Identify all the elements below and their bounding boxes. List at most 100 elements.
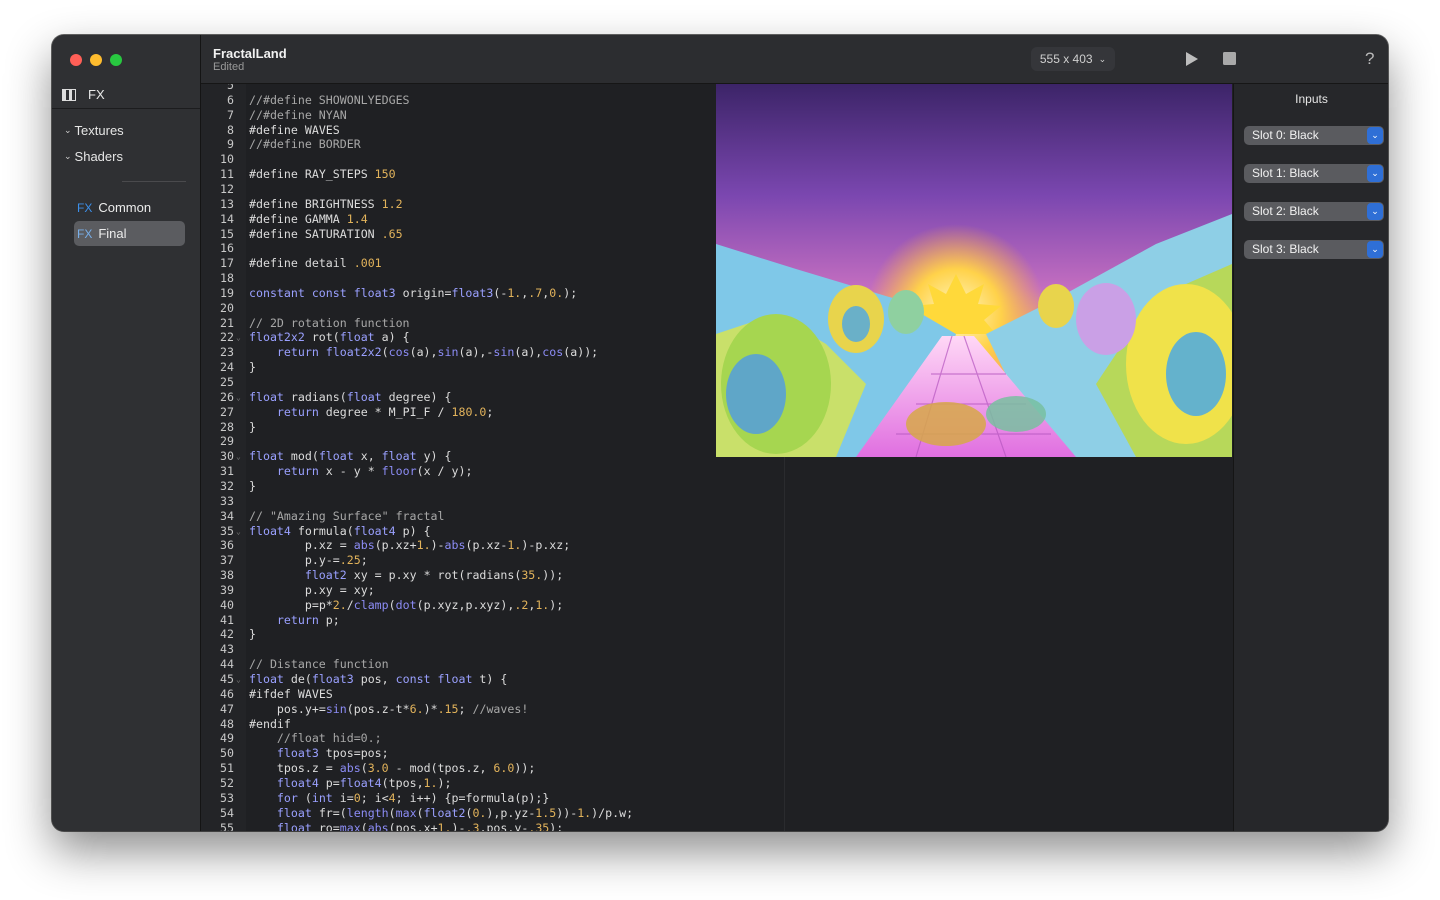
resolution-dropdown[interactable]: 555 x 403 ⌄	[1031, 47, 1115, 71]
code-line[interactable]: 7 //#define NYAN	[201, 108, 784, 123]
code-line[interactable]: 20	[201, 301, 784, 316]
code-line[interactable]: 42}	[201, 627, 784, 642]
code-line[interactable]: 26 ⌄ float radians(float degree) {	[201, 390, 784, 405]
code-line[interactable]: 9 //#define BORDER	[201, 137, 784, 152]
sidebar-item-final[interactable]: FX Final	[74, 221, 185, 246]
sidebar-item-common[interactable]: FX Common	[74, 195, 185, 220]
line-number: 52	[220, 775, 234, 790]
fold-chevron-icon[interactable]: ⌄	[236, 449, 241, 464]
line-number: 45	[220, 672, 234, 686]
code-line[interactable]: 19 constant const float3 origin=float3(-1…	[201, 286, 784, 301]
code-editor[interactable]: 5 6 //#define SHOWONLYEDGES 7 //#define NYAN…	[201, 84, 784, 831]
line-number: 37	[220, 553, 234, 568]
line-number: 19	[220, 285, 234, 300]
code-line[interactable]: 32}	[201, 479, 784, 494]
line-number: 43	[220, 642, 234, 657]
code-text: constant const float3 origin=float3(-1.,…	[249, 285, 578, 300]
sidebar-group-shaders[interactable]: ⌄ Shaders	[64, 149, 123, 164]
code-line[interactable]: 27 return degree * M_PI_F / 180.0;	[201, 405, 784, 420]
code-line[interactable]: 45 ⌄ float de(float3 pos, const float t) {	[201, 672, 784, 687]
code-line[interactable]: 8 #define WAVES	[201, 123, 784, 138]
code-line[interactable]: 30 ⌄ float mod(float x, float y) {	[201, 449, 784, 464]
render-preview[interactable]	[716, 84, 1232, 457]
code-line[interactable]: 13 #define BRIGHTNESS 1.2	[201, 197, 784, 212]
line-number: 14	[220, 211, 234, 226]
code-text: float3 tpos=pos;	[276, 746, 389, 761]
code-line[interactable]: 28}	[201, 420, 784, 435]
code-line[interactable]: 21 // 2D rotation function	[201, 316, 784, 331]
fold-chevron-icon[interactable]: ⌄	[236, 390, 241, 405]
code-line[interactable]: 49 //float hid=0.;	[201, 731, 784, 746]
code-line[interactable]: 34 // "Amazing Surface" fractal	[201, 509, 784, 524]
code-line[interactable]: 41 return p;	[201, 613, 784, 628]
play-icon[interactable]	[1185, 51, 1199, 72]
line-number: 38	[220, 568, 234, 583]
code-line[interactable]: 40 p=p*2./clamp(dot(p.xyz,p.xyz),.2,1.);	[201, 598, 784, 613]
line-number: 18	[220, 271, 234, 286]
code-line[interactable]: 37 p.y-=.25;	[201, 553, 784, 568]
code-line[interactable]: 11 #define RAY_STEPS 150	[201, 167, 784, 182]
slot-2-select[interactable]: Slot 2: Black ⌄	[1244, 202, 1384, 221]
code-line[interactable]: 44 // Distance function	[201, 657, 784, 672]
code-line[interactable]: 38 float2 xy = p.xy * rot(radians(35.));	[201, 568, 784, 583]
code-line[interactable]: 52 float4 p=float4(tpos,1.);	[201, 776, 784, 791]
code-line[interactable]: 10	[201, 152, 784, 167]
line-number: 33	[220, 493, 234, 508]
fold-chevron-icon[interactable]: ⌄	[236, 672, 241, 687]
sidebar: FX ⌄ Textures ⌄ Shaders FX Common FX Fin…	[52, 35, 201, 831]
code-line[interactable]: 6 //#define SHOWONLYEDGES	[201, 93, 784, 108]
zoom-window-button[interactable]	[110, 54, 122, 66]
code-text: // "Amazing Surface" fractal	[249, 508, 445, 523]
code-text: //float hid=0.;	[249, 731, 382, 746]
app-window: FX ⌄ Textures ⌄ Shaders FX Common FX Fin…	[52, 35, 1388, 831]
code-line[interactable]: 53 for (int i=0; i<4; i++) {p=formula(p)…	[201, 791, 784, 806]
minimize-window-button[interactable]	[90, 54, 102, 66]
code-line[interactable]: 12	[201, 182, 784, 197]
slot-0-select[interactable]: Slot 0: Black ⌄	[1244, 126, 1384, 145]
code-line[interactable]: 5	[201, 84, 784, 93]
code-line[interactable]: 51 tpos.z = abs(3.0 - mod(tpos.z, 6.0));	[201, 761, 784, 776]
code-line[interactable]: 14 #define GAMMA 1.4	[201, 212, 784, 227]
code-line[interactable]: 18	[201, 271, 784, 286]
code-line[interactable]: 29	[201, 434, 784, 449]
code-text: tpos.z = abs(3.0 - mod(tpos.z, 6.0));	[276, 761, 536, 776]
code-line[interactable]: 35 ⌄ float4 formula(float4 p) {	[201, 524, 784, 539]
code-line[interactable]: 36 p.xz = abs(p.xz+1.)-abs(p.xz-1.)-p.xz…	[201, 538, 784, 553]
code-line[interactable]: 39 p.xy = xy;	[201, 583, 784, 598]
file-label: Common	[98, 200, 152, 215]
group-label: Textures	[74, 123, 124, 138]
code-line[interactable]: 22 ⌄ float2x2 rot(float a) {	[201, 330, 784, 345]
close-window-button[interactable]	[70, 54, 82, 66]
code-line[interactable]: 47 pos.y+=sin(pos.z-t*6.)*.15; //waves!	[201, 702, 784, 717]
code-line[interactable]: 43	[201, 642, 784, 657]
line-number: 8	[227, 122, 234, 137]
line-number: 12	[220, 181, 234, 196]
code-line[interactable]: 33	[201, 494, 784, 509]
slot-3-select[interactable]: Slot 3: Black ⌄	[1244, 240, 1384, 259]
file-label: Final	[98, 226, 127, 241]
code-line[interactable]: 15 #define SATURATION .65	[201, 227, 784, 242]
stop-icon[interactable]	[1223, 52, 1236, 70]
code-line[interactable]: 46 #ifdef WAVES	[201, 687, 784, 702]
code-line[interactable]: 25	[201, 375, 784, 390]
code-line[interactable]: 24}	[201, 360, 784, 375]
code-line[interactable]: 16	[201, 241, 784, 256]
line-number: 53	[220, 790, 234, 805]
help-button[interactable]: ?	[1365, 49, 1374, 69]
slot-1-select[interactable]: Slot 1: Black ⌄	[1244, 164, 1384, 183]
code-line[interactable]: 17 #define detail .001	[201, 256, 784, 271]
code-line[interactable]: 48 #endif	[201, 717, 784, 732]
code-line[interactable]: 31 return x - y * floor(x / y);	[201, 464, 784, 479]
fold-chevron-icon[interactable]: ⌄	[236, 524, 241, 539]
dropdown-arrow-icon: ⌄	[1367, 165, 1383, 182]
code-line[interactable]: 23 return float2x2(cos(a),sin(a),-sin(a)…	[201, 345, 784, 360]
sidebar-group-textures[interactable]: ⌄ Textures	[64, 123, 124, 138]
fold-chevron-icon[interactable]: ⌄	[236, 330, 241, 345]
line-number: 54	[220, 805, 234, 820]
code-line[interactable]: 54 float fr=(length(max(float2(0.),p.yz-…	[201, 806, 784, 821]
fx-project-row[interactable]: FX	[62, 87, 105, 102]
code-line[interactable]: 55 float ro=max(abs(pos.x+1.)-.3,pos.y-.…	[201, 821, 784, 832]
code-line[interactable]: 50 float3 tpos=pos;	[201, 746, 784, 761]
dropdown-arrow-icon: ⌄	[1367, 203, 1383, 220]
line-number: 29	[220, 434, 234, 449]
